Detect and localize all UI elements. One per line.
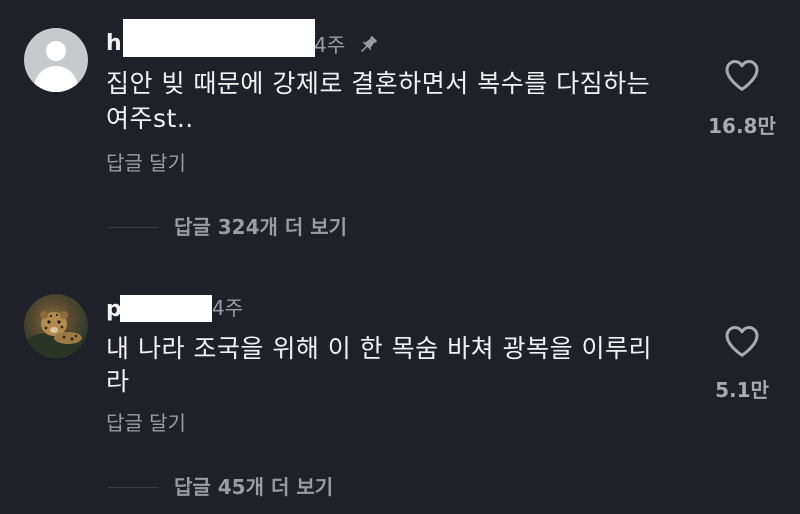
pin-icon	[357, 34, 379, 60]
username-redaction	[123, 19, 315, 57]
reply-button[interactable]: 답글 달기	[106, 411, 186, 435]
avatar[interactable]	[24, 294, 88, 358]
comment-time: 4주	[212, 296, 244, 320]
comment-item: p 4주 내 나라 조국을 위해 이 한 목숨 바쳐 광복을 이루리 라 답글 …	[0, 250, 800, 514]
view-replies-button[interactable]: 답글 45개 더 보기	[174, 475, 333, 499]
comment-username[interactable]: h	[106, 32, 122, 56]
avatar-head-shape	[46, 41, 66, 61]
avatar-body-shape	[34, 66, 78, 92]
username-redaction	[120, 295, 212, 322]
avatar[interactable]	[24, 28, 88, 92]
comment-time: 4주	[314, 33, 346, 57]
leopard-photo-icon	[26, 311, 86, 356]
reply-button[interactable]: 답글 달기	[106, 151, 186, 175]
comment-text-line-2: 여주st..	[106, 104, 194, 133]
replies-divider	[108, 227, 158, 228]
view-replies-button[interactable]: 답글 324개 더 보기	[174, 215, 347, 239]
comment-item: h 4주 집안 빚 때문에 강제로 결혼하면서 복수를 다짐하는 여주st.. …	[0, 0, 800, 250]
comment-text-line-1: 내 나라 조국을 위해 이 한 목숨 바쳐 광복을 이루리	[106, 334, 653, 363]
replies-divider	[108, 487, 158, 488]
heart-outline-icon[interactable]	[724, 324, 760, 362]
comment-text-line-2: 라	[106, 367, 130, 396]
like-count: 5.1만	[715, 378, 769, 402]
comment-text-line-1: 집안 빚 때문에 강제로 결혼하면서 복수를 다짐하는	[106, 69, 651, 98]
heart-outline-icon[interactable]	[724, 58, 760, 96]
like-count: 16.8만	[708, 114, 776, 138]
